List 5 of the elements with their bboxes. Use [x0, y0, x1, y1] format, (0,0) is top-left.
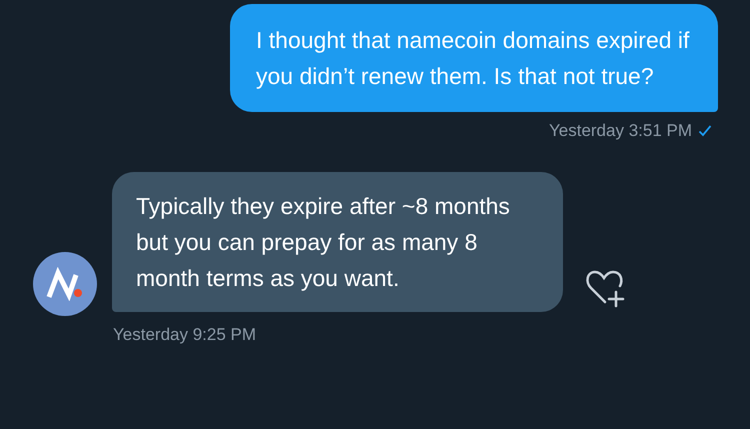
message-timestamp: Yesterday 9:25 PM — [113, 324, 258, 346]
logo-icon — [45, 266, 85, 300]
message-bubble: Typically they expire after ~8 months but you can prepay for as many 8 month terms as you want. — [112, 172, 563, 312]
message-bubble: I thought that namecoin domains expired if you didn’t renew them. Is that not true? — [230, 4, 718, 112]
message-timestamp: Yesterday 3:51 PM — [548, 120, 692, 142]
